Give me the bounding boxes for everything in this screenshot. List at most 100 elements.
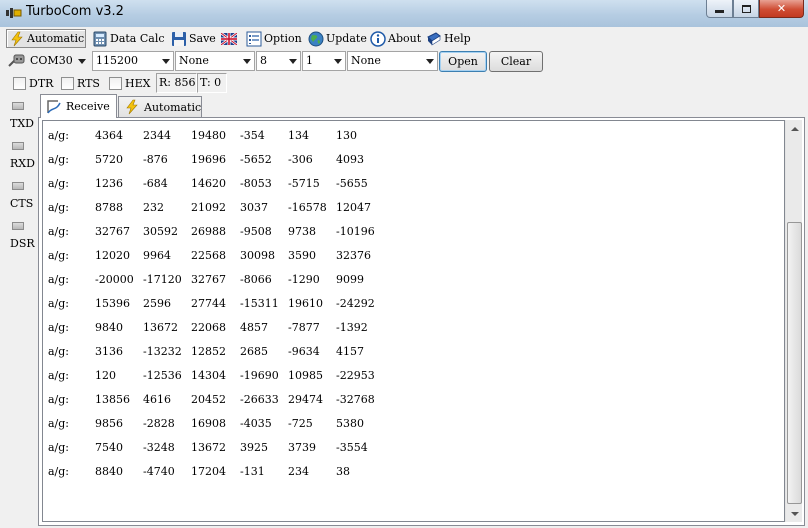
open-button[interactable]: Open — [439, 51, 487, 72]
hex-label: HEX — [125, 77, 151, 90]
rts-checkbox[interactable] — [61, 77, 74, 90]
rts-label: RTS — [77, 77, 100, 90]
log-value: -8066 — [240, 273, 272, 286]
log-value: -725 — [288, 417, 313, 430]
log-value: 8788 — [95, 201, 123, 214]
log-prefix: a/g: — [48, 153, 70, 166]
option-button[interactable]: Option — [244, 29, 302, 48]
rxd-indicator — [12, 142, 24, 150]
log-row: a/g: 15396 2596 27744 -15311 19610 -24292 — [48, 297, 768, 321]
log-row: a/g: 5720 -876 19696 -5652 -306 4093 — [48, 153, 768, 177]
log-value: -19690 — [240, 369, 279, 382]
language-button[interactable] — [219, 29, 239, 48]
receive-panel: a/g: 4364 2344 19480 -354 134 130 a/g: 5720 -876 1… — [38, 117, 805, 526]
log-value: 30592 — [143, 225, 178, 238]
dtr-checkbox[interactable] — [13, 77, 26, 90]
log-prefix: a/g: — [48, 321, 70, 334]
log-prefix: a/g: — [48, 393, 70, 406]
chevron-down-icon — [289, 59, 297, 64]
parity-select[interactable]: None — [175, 51, 255, 71]
log-value: 26988 — [191, 225, 226, 238]
stop-bits-select[interactable]: 1 — [302, 51, 346, 71]
scroll-up-button[interactable] — [786, 120, 803, 137]
log-value: 2344 — [143, 129, 171, 142]
log-value: 5380 — [336, 417, 364, 430]
automatic-button[interactable]: Automatic — [6, 29, 86, 48]
stop-bits-value: 1 — [306, 54, 313, 67]
log-value: -9634 — [288, 345, 320, 358]
cts-label: CTS — [10, 197, 34, 210]
log-value: -8053 — [240, 177, 272, 190]
data-bits-select[interactable]: 8 — [256, 51, 301, 71]
log-row: a/g: 13856 4616 20452 -26633 29474 -32768 — [48, 393, 768, 417]
tab-receive-label: Receive — [66, 100, 110, 113]
log-value: -17120 — [143, 273, 182, 286]
lightning-icon — [9, 31, 25, 47]
close-button[interactable]: ✕ — [759, 0, 804, 18]
about-label: About — [388, 32, 422, 45]
baud-rate-select[interactable]: 115200 — [92, 51, 174, 71]
data-calc-button[interactable]: Data Calc — [90, 29, 166, 48]
log-prefix: a/g: — [48, 177, 70, 190]
log-value: -13232 — [143, 345, 182, 358]
log-prefix: a/g: — [48, 369, 70, 382]
tab-automatic[interactable]: Automatic — [118, 96, 202, 117]
settings-list-icon — [246, 31, 262, 47]
minimize-button[interactable] — [706, 0, 733, 18]
update-label: Update — [326, 32, 367, 45]
log-value: 2596 — [143, 297, 171, 310]
maximize-button[interactable] — [733, 0, 759, 18]
log-value: -32768 — [336, 393, 375, 406]
scroll-thumb[interactable] — [787, 222, 802, 504]
log-value: 12020 — [95, 249, 130, 262]
log-prefix: a/g: — [48, 465, 70, 478]
log-value: 14620 — [191, 177, 226, 190]
log-row: a/g: 1236 -684 14620 -8053 -5715 -5655 — [48, 177, 768, 201]
log-value: 3037 — [240, 201, 268, 214]
log-value: -9508 — [240, 225, 272, 238]
help-book-icon — [426, 31, 442, 47]
log-row: a/g: 12020 9964 22568 30098 3590 32376 — [48, 249, 768, 273]
log-row: a/g: 32767 30592 26988 -9508 9738 -10196 — [48, 225, 768, 249]
receive-textarea[interactable]: a/g: 4364 2344 19480 -354 134 130 a/g: 5720 -876 1… — [42, 120, 785, 522]
log-row: a/g: 4364 2344 19480 -354 134 130 — [48, 129, 768, 153]
tab-receive[interactable]: Receive — [40, 94, 117, 118]
about-button[interactable]: About — [368, 29, 422, 48]
log-row: a/g: 7540 -3248 13672 3925 3739 -3554 — [48, 441, 768, 465]
help-button[interactable]: Help — [424, 29, 471, 48]
log-row: a/g: 9840 13672 22068 4857 -7877 -1392 — [48, 321, 768, 345]
serial-connector-icon — [8, 53, 25, 69]
txd-indicator — [12, 102, 24, 110]
log-value: 15396 — [95, 297, 130, 310]
flow-control-select[interactable]: None — [347, 51, 438, 71]
clear-button[interactable]: Clear — [489, 51, 543, 72]
option-label: Option — [264, 32, 302, 45]
log-value: 9964 — [143, 249, 171, 262]
log-value: 3739 — [288, 441, 316, 454]
log-value: 120 — [95, 369, 116, 382]
lightning-icon — [124, 99, 140, 115]
log-value: 9840 — [95, 321, 123, 334]
chevron-down-icon — [243, 59, 251, 64]
log-value: 5720 — [95, 153, 123, 166]
port-select[interactable]: COM30 — [26, 51, 90, 71]
log-value: -20000 — [95, 273, 134, 286]
title-bar[interactable]: TurboCom v3.2 ✕ — [0, 0, 808, 27]
log-value: 13856 — [95, 393, 130, 406]
window-title: TurboCom v3.2 — [26, 4, 124, 19]
scroll-down-button[interactable] — [786, 505, 803, 522]
log-value: 32767 — [191, 273, 226, 286]
globe-icon — [308, 31, 324, 47]
update-button[interactable]: Update — [306, 29, 367, 48]
log-value: -7877 — [288, 321, 320, 334]
log-value: -24292 — [336, 297, 375, 310]
log-row: a/g: 9856 -2828 16908 -4035 -725 5380 — [48, 417, 768, 441]
hex-checkbox[interactable] — [109, 77, 122, 90]
save-button[interactable]: Save — [169, 29, 216, 48]
log-value: 21092 — [191, 201, 226, 214]
log-value: -5655 — [336, 177, 368, 190]
vertical-scrollbar[interactable] — [785, 120, 802, 522]
log-value: 4616 — [143, 393, 171, 406]
log-row: a/g: 3136 -13232 12852 2685 -9634 4157 — [48, 345, 768, 369]
log-value: -16578 — [288, 201, 327, 214]
